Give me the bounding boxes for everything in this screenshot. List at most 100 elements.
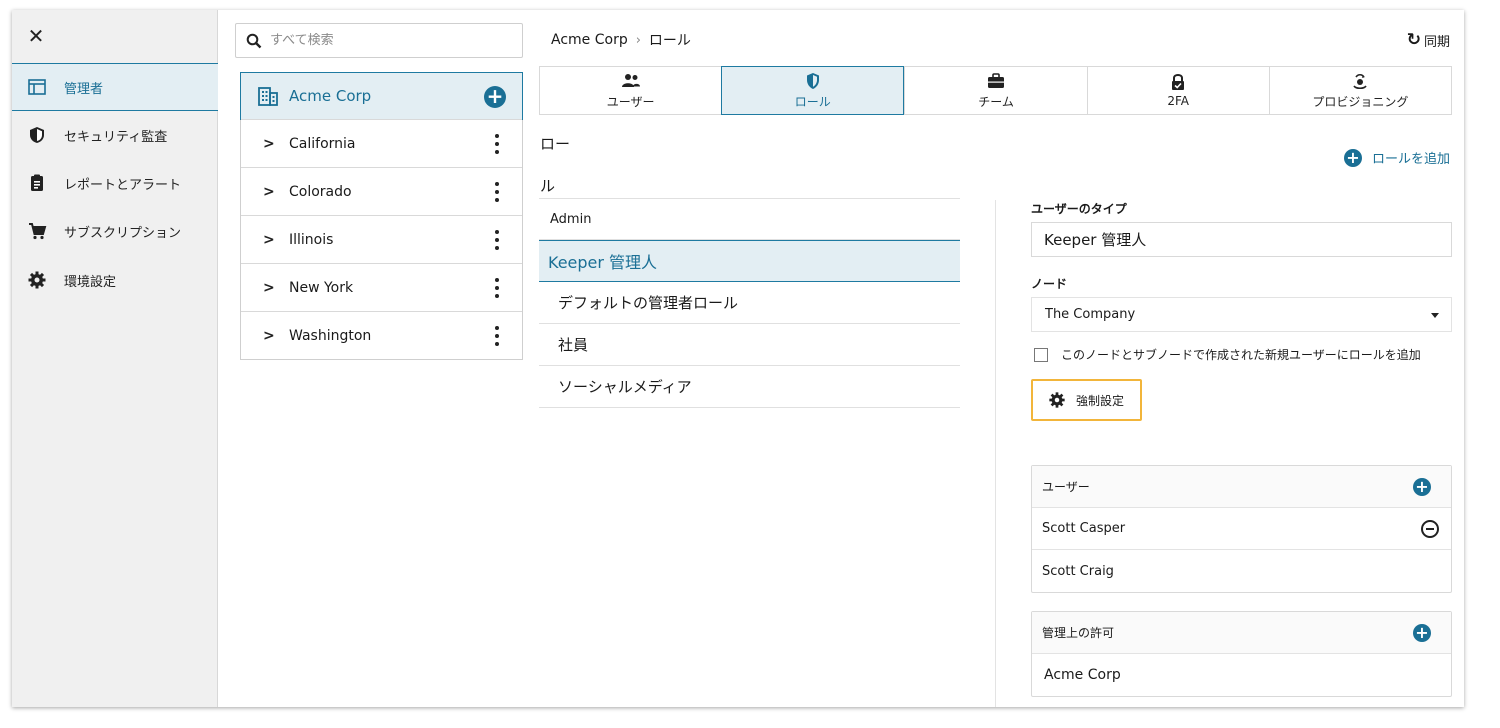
- users-card-header: ユーザー +: [1032, 466, 1451, 508]
- search-input[interactable]: [270, 33, 510, 48]
- add-user-button[interactable]: +: [1413, 477, 1431, 496]
- more-options-icon[interactable]: [494, 134, 500, 154]
- breadcrumb: Acme Corp › ロール: [551, 30, 691, 50]
- search-box[interactable]: [235, 23, 523, 58]
- more-options-icon[interactable]: [494, 182, 500, 202]
- tab-label: ロール: [794, 94, 831, 109]
- tree-node-row[interactable]: > Colorado: [241, 167, 522, 215]
- users-card: ユーザー + Scott Casper Scott Craig: [1031, 465, 1452, 593]
- tab-2fa[interactable]: 2FA: [1086, 67, 1269, 114]
- tree-root-node[interactable]: Acme Corp +: [240, 72, 523, 120]
- role-item[interactable]: Keeper 管理人: [539, 240, 960, 282]
- auto-add-label: このノードとサブノードで作成された新規ユーザーにロールを追加: [1061, 348, 1421, 362]
- shield-icon: [803, 72, 823, 90]
- user-row: Scott Craig: [1032, 550, 1451, 592]
- tree-root-label: Acme Corp: [289, 87, 372, 105]
- tree-node-label: Colorado: [289, 183, 352, 200]
- permission-node-name: Acme Corp: [1044, 667, 1121, 683]
- chevron-right-icon[interactable]: >: [263, 328, 275, 344]
- gear-icon: [26, 270, 48, 290]
- chevron-right-icon[interactable]: >: [263, 280, 275, 296]
- sidebar-item-settings[interactable]: 環境設定: [12, 256, 218, 304]
- more-options-icon[interactable]: [494, 326, 500, 346]
- app-window: ✕ 管理者 セキュリティ監査 レポートとアラート サブスクリプション 環境設定 …: [12, 10, 1464, 707]
- permissions-card-header: 管理上の許可 +: [1032, 612, 1451, 654]
- shield-icon: [26, 125, 48, 145]
- permissions-card-title: 管理上の許可: [1042, 626, 1115, 640]
- tree-node-label: Illinois: [289, 231, 334, 248]
- role-item[interactable]: ソーシャルメディア: [539, 366, 960, 408]
- sidebar-item-label: サブスクリプション: [64, 225, 182, 241]
- sidebar-item-reports[interactable]: レポートとアラート: [12, 159, 218, 207]
- role-list: Admin Keeper 管理人 デフォルトの管理者ロール 社員 ソーシャルメデ…: [539, 198, 960, 408]
- user-name: Scott Casper: [1042, 521, 1126, 536]
- role-group-admin[interactable]: Admin: [539, 198, 960, 240]
- tree-node-row[interactable]: > Illinois: [241, 215, 522, 263]
- roles-heading: ロール: [540, 135, 571, 195]
- search-icon: [246, 33, 262, 48]
- tab-provisioning[interactable]: プロビジョニング: [1268, 67, 1451, 114]
- sidebar-item-label: セキュリティ監査: [64, 129, 168, 145]
- tab-users[interactable]: ユーザー: [540, 67, 721, 114]
- caret-down-icon: [1431, 313, 1439, 318]
- tree-node-row[interactable]: > Washington: [241, 311, 522, 359]
- tab-teams[interactable]: チーム: [904, 67, 1086, 114]
- chevron-right-icon[interactable]: >: [263, 184, 275, 200]
- tree-node-row[interactable]: > California: [241, 119, 522, 167]
- tab-label: プロビジョニング: [1312, 94, 1409, 109]
- node-label: ノード: [1031, 277, 1068, 291]
- breadcrumb-separator-icon: ›: [635, 32, 641, 48]
- add-permission-button[interactable]: +: [1413, 623, 1431, 642]
- remove-user-icon[interactable]: [1421, 519, 1439, 538]
- role-item[interactable]: デフォルトの管理者ロール: [539, 282, 960, 324]
- sidebar-item-security-audit[interactable]: セキュリティ監査: [12, 111, 218, 159]
- sidebar-item-label: 管理者: [64, 81, 104, 97]
- enforcement-label: 強制設定: [1076, 393, 1125, 408]
- add-role-label: ロールを追加: [1371, 152, 1450, 167]
- add-icon: +: [1343, 148, 1362, 167]
- tree-node-label: New York: [289, 279, 354, 296]
- tree-node-row[interactable]: > New York: [241, 263, 522, 311]
- users-card-title: ユーザー: [1042, 480, 1090, 494]
- clipboard-icon: [26, 173, 48, 193]
- more-options-icon[interactable]: [494, 230, 500, 250]
- tree-node-label: California: [289, 135, 356, 152]
- tab-label: ユーザー: [606, 94, 655, 109]
- auto-add-row: このノードとサブノードで作成された新規ユーザーにロールを追加: [1031, 346, 1452, 363]
- divider: [995, 200, 996, 707]
- sidebar-item-admin[interactable]: 管理者: [12, 63, 218, 111]
- node-tree: Acme Corp + > California > Colorado > Il…: [240, 72, 523, 360]
- user-type-field[interactable]: Keeper 管理人: [1031, 222, 1452, 257]
- role-detail-panel: ユーザーのタイプ Keeper 管理人 ノード The Company このノー…: [1031, 200, 1452, 697]
- tab-label: 2FA: [1167, 94, 1190, 108]
- sidebar: ✕ 管理者 セキュリティ監査 レポートとアラート サブスクリプション 環境設定: [12, 10, 218, 707]
- cart-icon: [26, 221, 48, 241]
- role-item[interactable]: 社員: [539, 324, 960, 366]
- sync-label: 同期: [1423, 34, 1450, 50]
- sidebar-item-subscription[interactable]: サブスクリプション: [12, 207, 218, 255]
- enforcement-settings-button[interactable]: 強制設定: [1031, 379, 1142, 421]
- breadcrumb-root[interactable]: Acme Corp: [551, 32, 628, 48]
- tab-bar: ユーザー ロール チーム 2FA プロビジョニング: [539, 66, 1452, 115]
- lock-icon: [1168, 73, 1188, 91]
- permission-row: Acme Corp: [1032, 654, 1451, 696]
- provisioning-icon: [1350, 72, 1370, 90]
- add-node-button[interactable]: +: [484, 86, 506, 108]
- node-select[interactable]: The Company: [1031, 297, 1452, 332]
- building-icon: [258, 87, 278, 106]
- chevron-right-icon[interactable]: >: [263, 136, 275, 152]
- sidebar-item-label: 環境設定: [64, 274, 117, 290]
- more-options-icon[interactable]: [494, 278, 500, 298]
- close-icon[interactable]: ✕: [26, 26, 46, 46]
- gear-icon: [1049, 392, 1065, 408]
- tab-label: チーム: [978, 94, 1014, 109]
- user-name: Scott Craig: [1042, 563, 1114, 579]
- breadcrumb-current: ロール: [648, 33, 691, 49]
- users-icon: [621, 72, 641, 90]
- tab-roles[interactable]: ロール: [721, 66, 905, 115]
- sync-button[interactable]: ↻ 同期: [1407, 30, 1450, 50]
- node-select-value: The Company: [1045, 307, 1136, 322]
- add-role-button[interactable]: + ロールを追加: [1343, 148, 1450, 167]
- auto-add-checkbox[interactable]: [1034, 347, 1048, 362]
- chevron-right-icon[interactable]: >: [263, 232, 275, 248]
